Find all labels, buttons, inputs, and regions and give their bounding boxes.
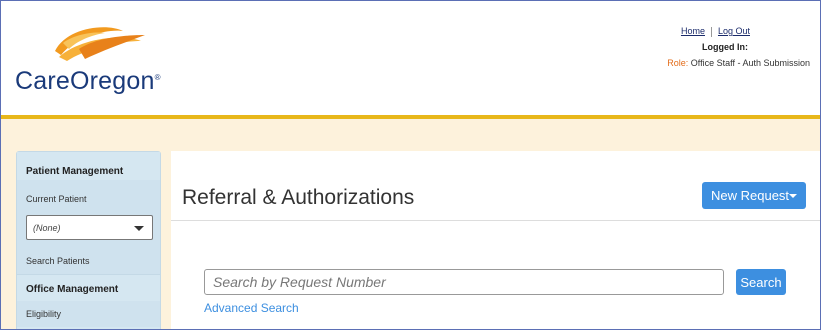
request-number-search-input[interactable] [204,269,724,295]
role-label: Role: [667,58,689,68]
sidebar-heading-patient-management: Patient Management [17,152,160,180]
new-request-button[interactable]: New Request [702,182,806,209]
caret-down-icon [789,194,797,198]
nav-band [1,119,820,149]
title-divider [171,220,820,221]
main-panel: Referral & Authorizations New Request Se… [171,151,820,329]
sidebar-item-current-patient[interactable]: Current Patient [17,180,160,212]
app-window: CareOregon® Home Log Out Logged In: Role:… [0,0,821,330]
page-title: Referral & Authorizations [182,186,415,209]
link-divider [710,26,712,37]
role-info: Role: Office Staff - Auth Submission [667,58,810,68]
sidebar: Patient Management Current Patient (None… [16,151,161,329]
header: CareOregon® Home Log Out Logged In: Role:… [1,1,820,115]
patient-select-wrapper: (None) [17,212,160,248]
chevron-down-icon [134,226,144,231]
top-links: Home Log Out [681,26,750,37]
careoregon-logo-icon [55,27,145,61]
logout-link[interactable]: Log Out [718,26,750,36]
current-patient-select[interactable]: (None) [26,215,153,240]
new-request-label: New Request [711,188,790,203]
sidebar-item-eligibility[interactable]: Eligibility [17,301,160,327]
registered-mark: ® [154,73,161,82]
brand-name: CareOregon® [15,67,161,95]
sidebar-item-search-patients[interactable]: Search Patients [17,248,160,274]
home-link[interactable]: Home [681,26,705,36]
search-button[interactable]: Search [736,269,786,295]
role-value: Office Staff - Auth Submission [690,58,810,68]
logged-in-label: Logged In: [702,42,748,52]
sidebar-heading-office-management: Office Management [17,274,160,301]
advanced-search-link[interactable]: Advanced Search [204,301,299,315]
current-patient-value: (None) [33,223,61,233]
